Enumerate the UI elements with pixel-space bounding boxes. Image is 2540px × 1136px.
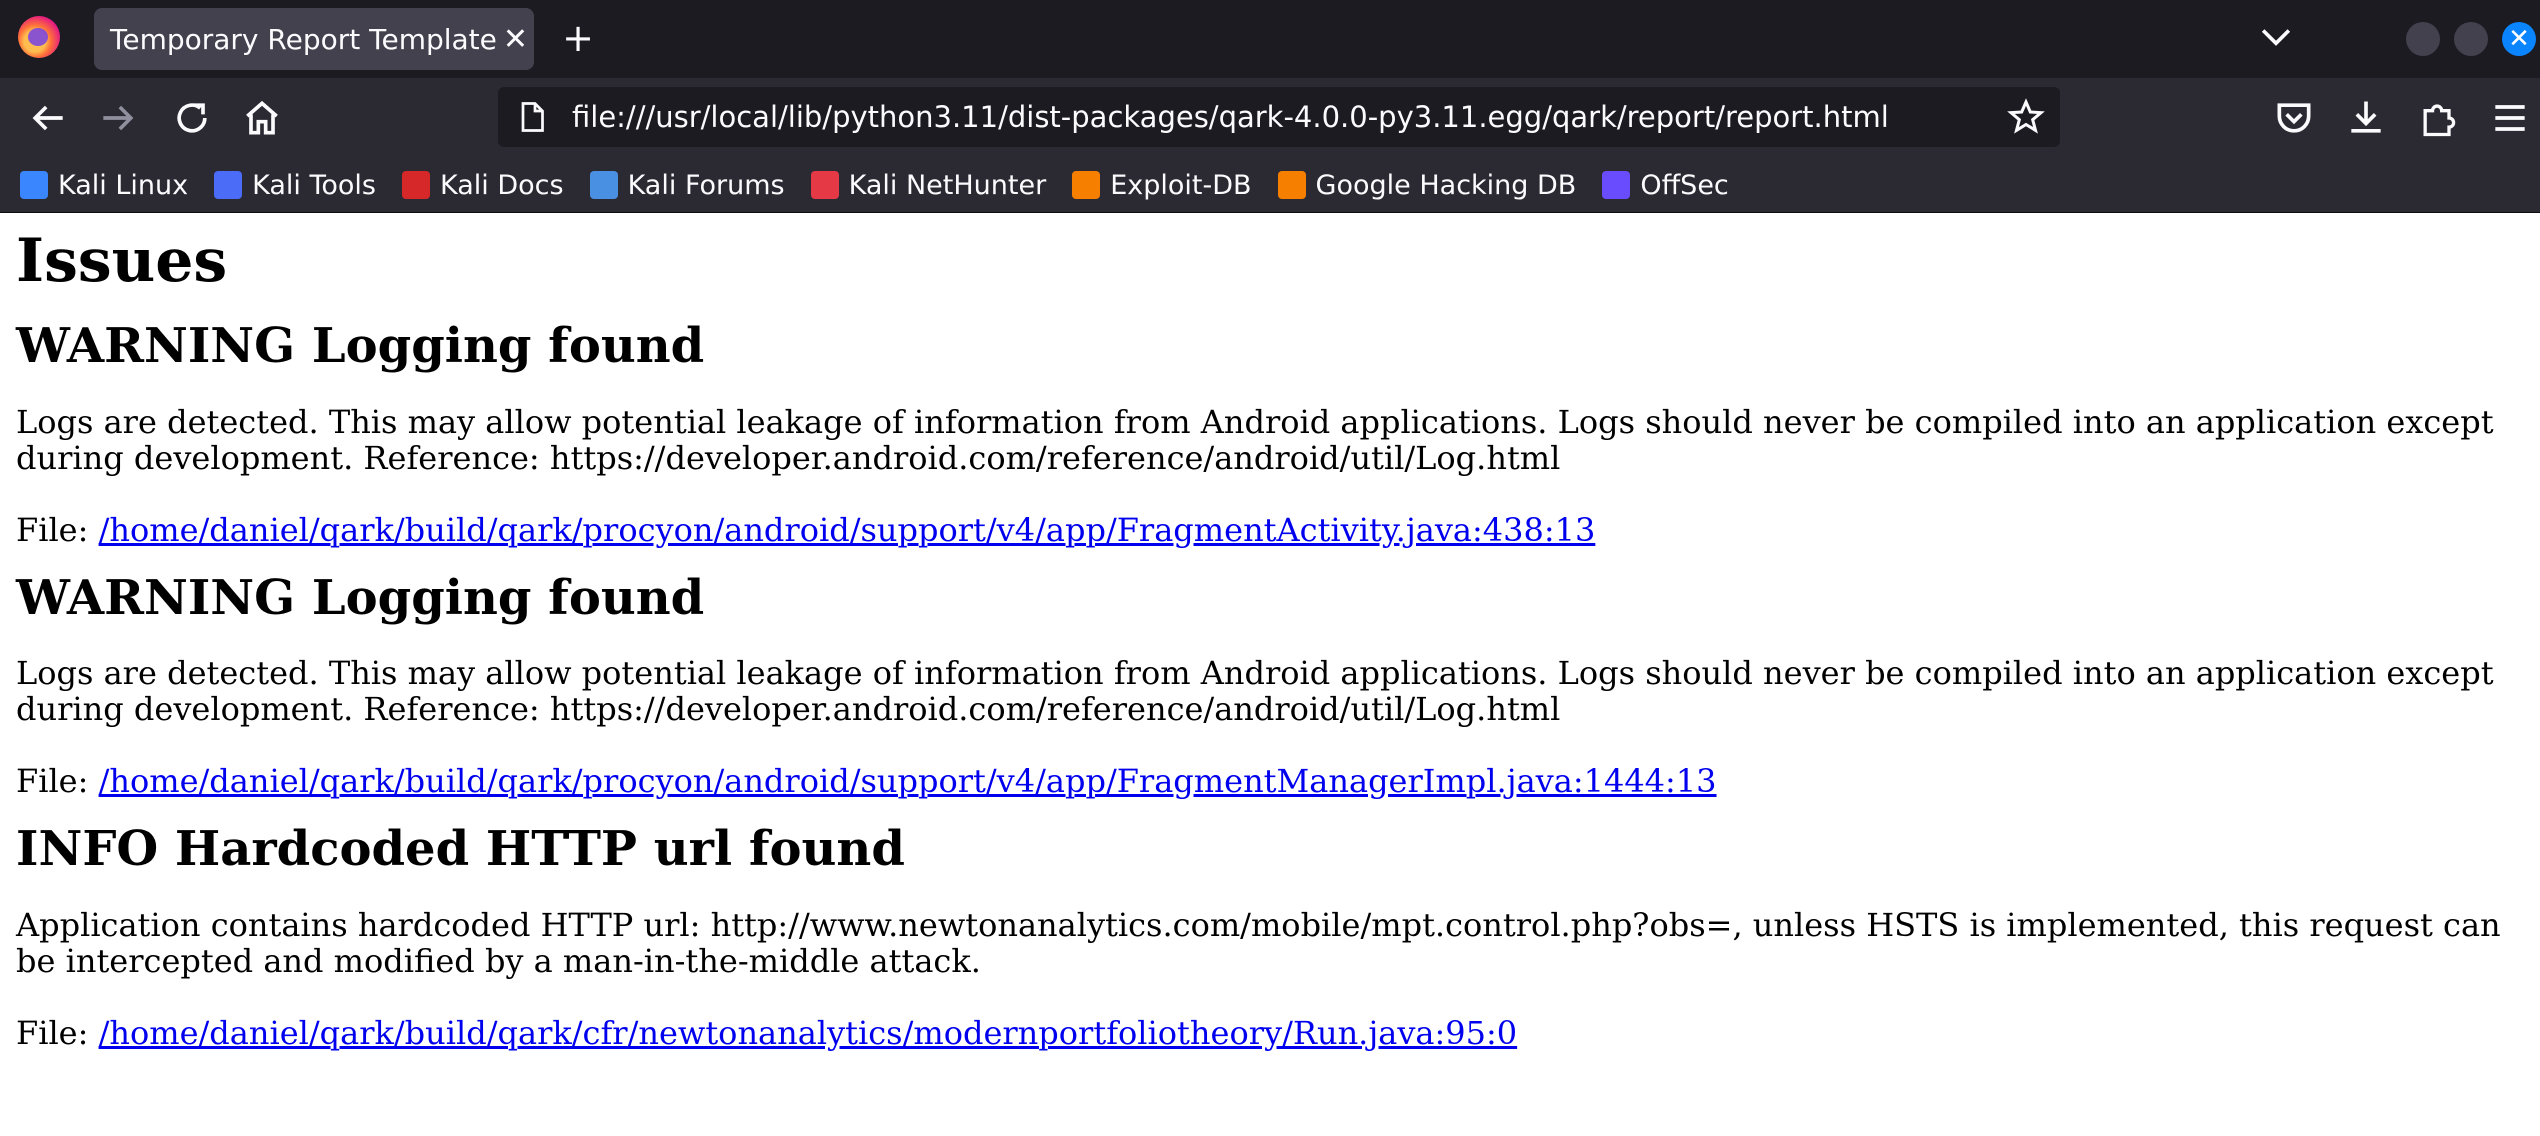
bookmark-item[interactable]: Kali Tools [214, 170, 376, 201]
hamburger-menu-icon[interactable] [2488, 96, 2532, 140]
issue-section: WARNING Logging found Logs are detected. … [16, 570, 2524, 800]
file-link[interactable]: /home/daniel/qark/build/qark/procyon/and… [99, 511, 1596, 549]
tab-bar: Temporary Report Template ✕ + ✕ [0, 0, 2540, 78]
kali-forums-icon [589, 171, 618, 199]
minimize-window-button[interactable] [2406, 22, 2440, 56]
bookmark-label: Kali Docs [439, 169, 564, 201]
tab-title: Temporary Report Template [110, 22, 497, 56]
firefox-menu-icon[interactable] [18, 16, 60, 58]
forward-arrow-icon[interactable] [96, 96, 140, 140]
home-icon[interactable] [240, 96, 284, 140]
tab-close-icon[interactable]: ✕ [497, 22, 534, 57]
issue-description: Logs are detected. This may allow potent… [16, 654, 2494, 729]
issue-file-line: File: /home/daniel/qark/build/qark/cfr/n… [16, 1015, 2524, 1051]
issue-title: WARNING Logging found [16, 318, 705, 374]
close-window-button[interactable]: ✕ [2502, 22, 2536, 56]
browser-chrome: Temporary Report Template ✕ + ✕ file:///… [0, 0, 2540, 213]
reload-icon[interactable] [170, 96, 214, 140]
bookmark-item[interactable]: Kali Docs [401, 169, 564, 201]
bookmark-star-icon[interactable] [2006, 97, 2046, 137]
bookmark-item[interactable]: OffSec [1602, 169, 1729, 201]
issue-section: INFO Hardcoded HTTP url found Application… [16, 821, 2524, 1051]
pocket-icon[interactable] [2272, 96, 2316, 140]
bookmark-item[interactable]: Kali Forums [589, 169, 785, 201]
page-title: Issues [16, 226, 228, 296]
bookmark-label: Kali Forums [627, 169, 785, 201]
offsec-icon [1602, 171, 1631, 199]
kali-docs-icon [401, 171, 430, 199]
downloads-icon[interactable] [2344, 96, 2388, 140]
file-label: File: [16, 510, 89, 549]
tab-report[interactable]: Temporary Report Template ✕ [94, 8, 534, 70]
bookmark-item[interactable]: Kali NetHunter [810, 169, 1047, 201]
bookmark-label: OffSec [1640, 169, 1729, 201]
bookmarks-toolbar: Kali Linux Kali Tools Kali Docs Kali Forums… [0, 158, 2540, 213]
issue-title: INFO Hardcoded HTTP url found [16, 821, 905, 878]
file-label: File: [16, 1013, 89, 1052]
bookmark-label: Kali Linux [58, 169, 189, 201]
exploit-db-icon [1072, 171, 1101, 199]
bookmark-item[interactable]: Kali Linux [20, 170, 188, 201]
issue-title: WARNING Logging found [16, 569, 705, 626]
file-label: File: [16, 762, 89, 801]
kali-linux-icon [20, 171, 48, 199]
issues-list: WARNING Logging found Logs are detected. … [16, 318, 2524, 1051]
issue-description: Application contains hardcoded HTTP url:… [16, 905, 2501, 980]
url-text[interactable]: file:///usr/local/lib/python3.11/dist-pa… [572, 100, 2006, 134]
file-link[interactable]: /home/daniel/qark/build/qark/procyon/and… [99, 762, 1717, 800]
kali-nethunter-icon [810, 171, 839, 199]
report-content: Issues WARNING Logging found Logs are det… [16, 213, 2524, 1051]
page-icon [514, 99, 550, 135]
bookmark-label: Kali NetHunter [848, 169, 1047, 201]
issue-file-line: File: /home/daniel/qark/build/qark/procy… [16, 512, 2524, 548]
bookmark-item[interactable]: Google Hacking DB [1277, 169, 1577, 201]
list-all-tabs-chevron-icon[interactable] [2254, 14, 2298, 58]
file-link[interactable]: /home/daniel/qark/build/qark/cfr/newtona… [99, 1014, 1518, 1052]
bookmark-label: Exploit-DB [1110, 169, 1252, 201]
back-arrow-icon[interactable] [26, 96, 70, 140]
new-tab-button[interactable]: + [556, 16, 600, 60]
url-bar[interactable]: file:///usr/local/lib/python3.11/dist-pa… [498, 87, 2060, 147]
issue-section: WARNING Logging found Logs are detected. … [16, 318, 2524, 548]
kali-tools-icon [214, 171, 243, 199]
navigation-toolbar: file:///usr/local/lib/python3.11/dist-pa… [0, 78, 2540, 158]
bookmark-item[interactable]: Exploit-DB [1072, 169, 1252, 201]
bookmark-label: Kali Tools [252, 169, 376, 201]
issue-description: Logs are detected. This may allow potent… [16, 402, 2494, 477]
ghdb-icon [1277, 171, 1306, 199]
maximize-window-button[interactable] [2454, 22, 2488, 56]
bookmark-label: Google Hacking DB [1315, 169, 1577, 201]
extensions-puzzle-icon[interactable] [2416, 96, 2460, 140]
issue-file-line: File: /home/daniel/qark/build/qark/procy… [16, 763, 2524, 799]
